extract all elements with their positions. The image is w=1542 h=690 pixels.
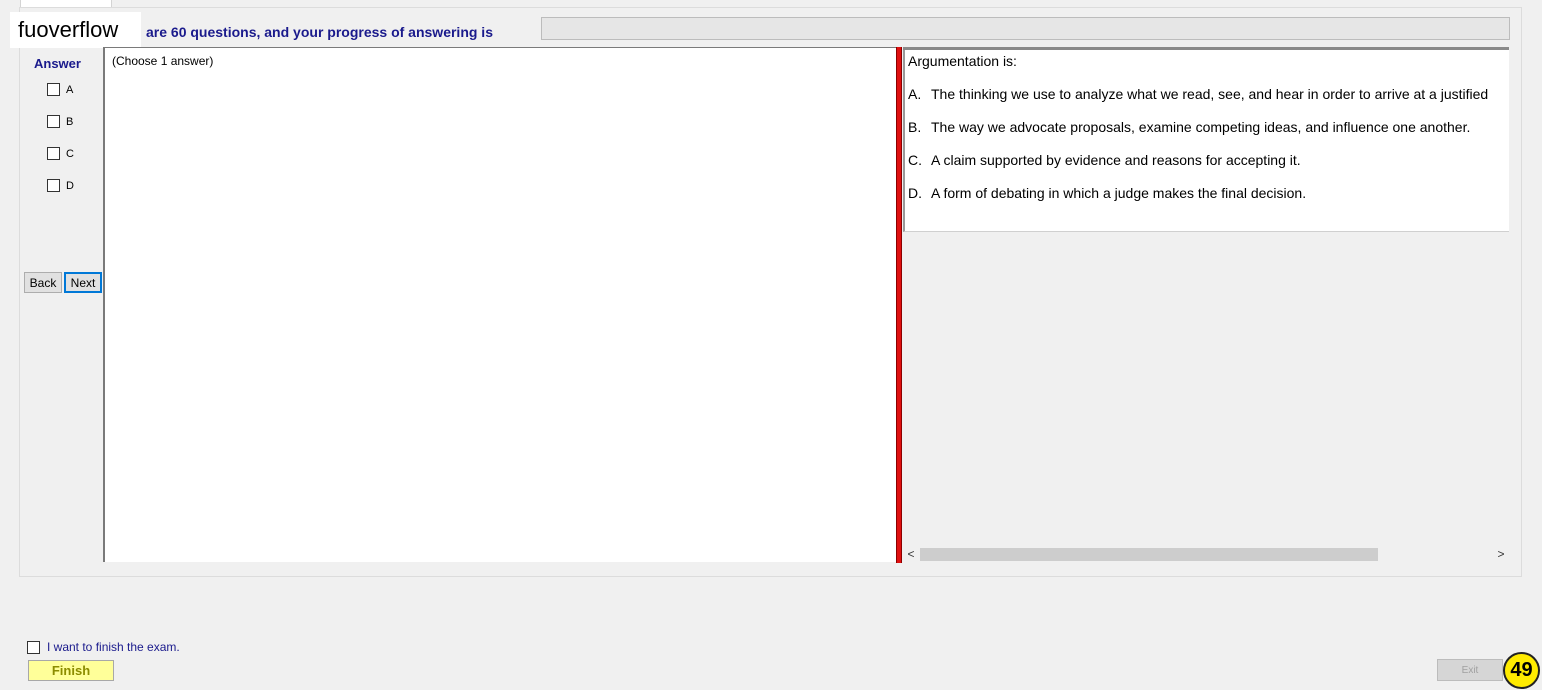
answer-option-d[interactable]: D <box>47 179 74 192</box>
option-letter: B. <box>908 119 922 135</box>
checkbox-b[interactable] <box>47 115 60 128</box>
finish-exam-checkbox[interactable] <box>27 640 40 654</box>
option-text: A claim supported by evidence and reason… <box>931 152 1301 168</box>
exit-button[interactable]: Exit <box>1437 659 1503 681</box>
question-number-badge: 49 <box>1503 652 1540 689</box>
question-stem: Argumentation is: <box>908 53 1017 69</box>
answer-option-a[interactable]: A <box>47 83 73 96</box>
choose-instruction: (Choose 1 answer) <box>112 54 214 68</box>
option-text: The thinking we use to analyze what we r… <box>931 86 1489 102</box>
checkbox-a[interactable] <box>47 83 60 96</box>
progress-bar <box>541 17 1510 40</box>
question-panel: Argumentation is: A. The thinking we use… <box>903 47 1509 563</box>
answer-option-label: B <box>66 115 74 128</box>
question-box: Argumentation is: A. The thinking we use… <box>903 50 1509 232</box>
finish-exam-checkbox-row[interactable]: I want to finish the exam. <box>27 640 180 654</box>
option-letter: D. <box>908 185 922 201</box>
panel-splitter[interactable] <box>896 47 902 563</box>
option-letter: C. <box>908 152 922 168</box>
next-button[interactable]: Next <box>64 272 102 293</box>
scroll-right-icon[interactable]: > <box>1493 546 1509 563</box>
finish-exam-label: I want to finish the exam. <box>47 640 180 654</box>
watermark-label: fuoverflow <box>10 12 141 48</box>
answer-option-label: C <box>66 147 74 160</box>
scroll-thumb[interactable] <box>920 548 1378 561</box>
answer-option-c[interactable]: C <box>47 147 74 160</box>
question-option-a: A. The thinking we use to analyze what w… <box>908 86 1488 102</box>
answer-option-label: D <box>66 179 74 192</box>
option-text: A form of debating in which a judge make… <box>931 185 1307 201</box>
answer-instruction-panel: (Choose 1 answer) <box>103 47 897 562</box>
question-option-b: B. The way we advocate proposals, examin… <box>908 119 1470 135</box>
option-text: The way we advocate proposals, examine c… <box>931 119 1471 135</box>
checkbox-c[interactable] <box>47 147 60 160</box>
answer-option-b[interactable]: B <box>47 115 73 128</box>
answer-option-label: A <box>66 83 74 96</box>
checkbox-d[interactable] <box>47 179 60 192</box>
back-button[interactable]: Back <box>24 272 62 293</box>
option-letter: A. <box>908 86 922 102</box>
question-option-c: C. A claim supported by evidence and rea… <box>908 152 1301 168</box>
scroll-left-icon[interactable]: < <box>903 546 919 563</box>
finish-button[interactable]: Finish <box>28 660 114 681</box>
answer-title: Answer <box>34 56 81 71</box>
progress-label: are 60 questions, and your progress of a… <box>146 24 493 40</box>
horizontal-scrollbar[interactable]: < > <box>903 546 1509 563</box>
question-option-d: D. A form of debating in which a judge m… <box>908 185 1306 201</box>
